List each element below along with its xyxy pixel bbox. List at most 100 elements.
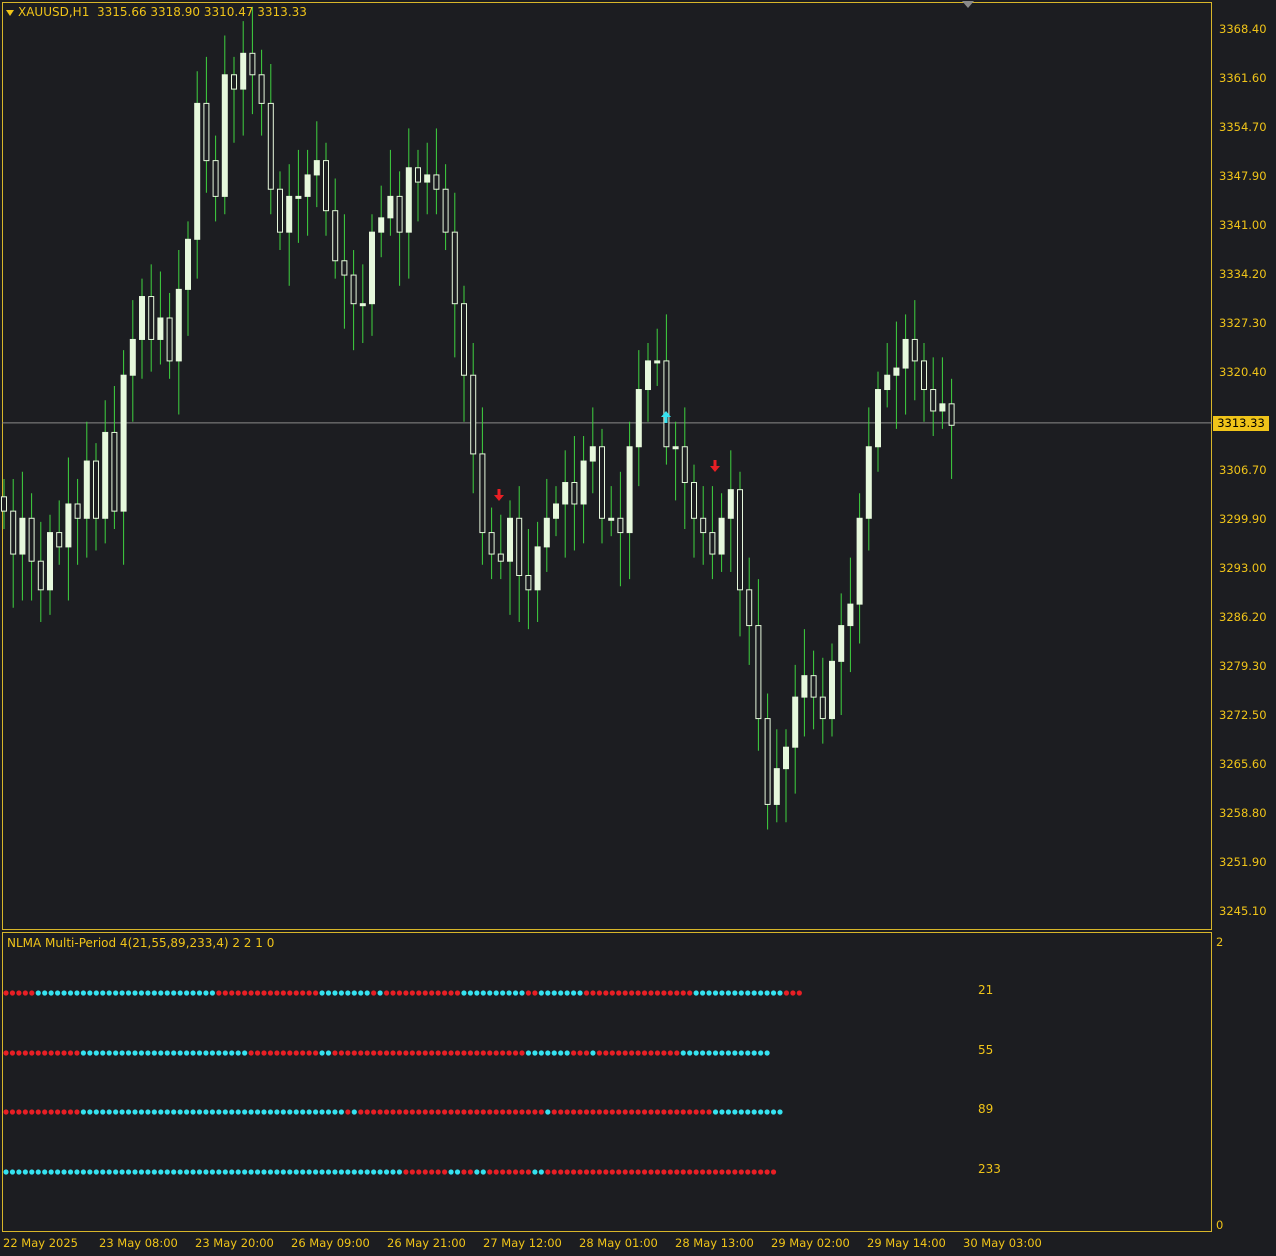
bull-dot bbox=[745, 1109, 751, 1115]
bear-dot bbox=[674, 1169, 680, 1175]
bull-dot bbox=[558, 990, 564, 996]
bull-dot bbox=[480, 990, 486, 996]
bear-dot bbox=[9, 1109, 16, 1115]
bear-dot bbox=[267, 1050, 274, 1056]
bear-dot bbox=[738, 1169, 744, 1175]
symbol-header[interactable]: XAUUSD,H1 3315.66 3318.90 3310.47 3313.3… bbox=[6, 5, 307, 19]
price-tick-label: 3361.60 bbox=[1219, 70, 1267, 85]
bear-dot bbox=[583, 1109, 590, 1115]
bear-dot bbox=[506, 1050, 512, 1056]
bear-dot bbox=[571, 1109, 577, 1115]
dropdown-triangle-icon[interactable] bbox=[6, 9, 14, 16]
bear-dot bbox=[616, 1050, 622, 1056]
bear-dot bbox=[480, 1109, 486, 1115]
bull-dot bbox=[777, 1109, 783, 1115]
bear-dot bbox=[564, 1169, 570, 1175]
bear-dot bbox=[493, 1169, 499, 1175]
bear-dot bbox=[467, 1050, 473, 1056]
bull-dot bbox=[338, 1169, 344, 1175]
bear-dot bbox=[293, 990, 299, 996]
bear-dot bbox=[648, 1109, 654, 1115]
bull-dot bbox=[177, 1109, 183, 1115]
bull-dot bbox=[319, 1169, 325, 1175]
bear-dot bbox=[532, 990, 538, 996]
bull-dot bbox=[332, 1109, 338, 1115]
bull-dot bbox=[171, 1169, 177, 1175]
candle-bull-body bbox=[608, 517, 615, 521]
bull-dot bbox=[545, 1050, 551, 1056]
bear-dot bbox=[467, 1109, 473, 1115]
bear-dot bbox=[674, 1050, 680, 1056]
bear-dot bbox=[487, 1109, 493, 1115]
bull-dot bbox=[125, 990, 132, 996]
bull-dot bbox=[100, 1050, 106, 1056]
bear-dot bbox=[629, 990, 635, 996]
bull-dot bbox=[100, 1169, 106, 1175]
bull-dot bbox=[158, 1050, 164, 1056]
bear-dot bbox=[590, 990, 596, 996]
bull-dot bbox=[119, 1109, 125, 1115]
bear-dot bbox=[280, 1050, 286, 1056]
bear-dot bbox=[732, 1169, 738, 1175]
bull-dot bbox=[229, 1050, 235, 1056]
bull-dot bbox=[184, 1169, 190, 1175]
bull-dot bbox=[551, 1050, 557, 1056]
bear-dot bbox=[687, 1169, 693, 1175]
bear-dot bbox=[596, 1050, 603, 1056]
time-tick-label: 27 May 12:00 bbox=[483, 1236, 562, 1250]
bull-dot bbox=[184, 1109, 190, 1115]
candle-bear-body bbox=[433, 174, 440, 190]
bull-dot bbox=[751, 1109, 757, 1115]
bear-dot bbox=[571, 1050, 577, 1056]
bull-dot bbox=[145, 990, 151, 996]
bear-dot bbox=[519, 1109, 525, 1115]
bear-dot bbox=[254, 1050, 261, 1056]
bear-dot bbox=[409, 990, 415, 996]
bear-dot bbox=[287, 990, 293, 996]
bull-dot bbox=[293, 1169, 299, 1175]
bear-dot bbox=[48, 1109, 54, 1115]
bull-dot bbox=[764, 1109, 770, 1115]
bull-dot bbox=[209, 1050, 215, 1056]
bear-dot bbox=[313, 1050, 319, 1056]
bull-dot bbox=[61, 1169, 67, 1175]
bear-dot bbox=[590, 1169, 596, 1175]
bear-dot bbox=[403, 1050, 409, 1056]
bull-dot bbox=[313, 1109, 319, 1115]
bear-dot bbox=[577, 1050, 583, 1056]
bull-dot bbox=[16, 1169, 22, 1175]
bull-dot bbox=[306, 1169, 312, 1175]
bull-dot bbox=[351, 1109, 357, 1115]
bull-dot bbox=[216, 1109, 222, 1115]
bear-dot bbox=[390, 1109, 396, 1115]
bull-dot bbox=[274, 1169, 280, 1175]
bull-dot bbox=[506, 990, 512, 996]
bull-dot bbox=[448, 1169, 454, 1175]
bear-dot bbox=[61, 1050, 67, 1056]
bear-dot bbox=[396, 1050, 403, 1056]
bear-dot bbox=[629, 1109, 635, 1115]
bear-dot bbox=[248, 1050, 254, 1056]
price-tick-label: 3306.70 bbox=[1219, 463, 1267, 478]
bear-dot bbox=[680, 1109, 686, 1115]
candle-bear-body bbox=[267, 102, 274, 190]
bull-dot bbox=[158, 1169, 164, 1175]
bull-dot bbox=[532, 1050, 538, 1056]
bull-dot bbox=[196, 990, 203, 996]
bull-dot bbox=[93, 1109, 99, 1115]
candle-bull-body bbox=[645, 360, 651, 391]
bull-dot bbox=[125, 1109, 132, 1115]
bull-dot bbox=[293, 1109, 299, 1115]
bear-dot bbox=[383, 1050, 390, 1056]
bear-dot bbox=[796, 990, 802, 996]
bull-dot bbox=[325, 1050, 332, 1056]
bull-dot bbox=[532, 1169, 538, 1175]
bear-dot bbox=[616, 1109, 622, 1115]
bear-dot bbox=[474, 1050, 480, 1056]
candle-bull-body bbox=[672, 446, 679, 450]
bull-dot bbox=[758, 1109, 764, 1115]
bull-dot bbox=[177, 1050, 183, 1056]
bear-dot bbox=[616, 990, 622, 996]
bull-dot bbox=[184, 1050, 190, 1056]
sell-arrow-icon bbox=[710, 460, 720, 472]
